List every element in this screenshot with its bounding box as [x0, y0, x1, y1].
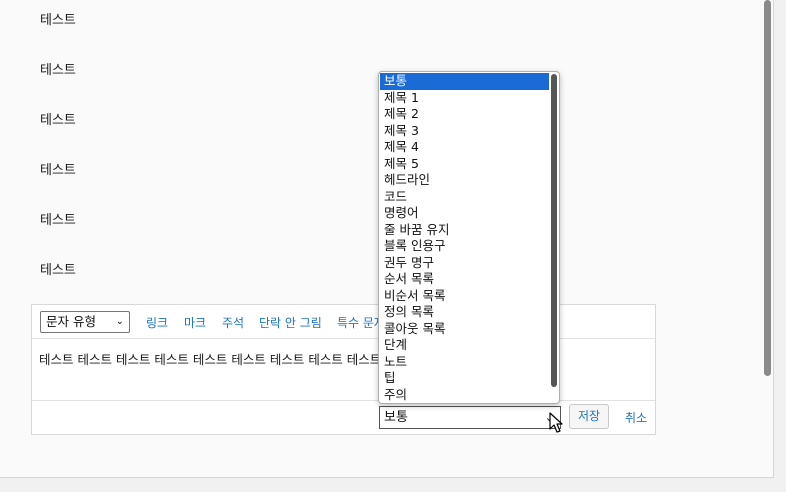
dropdown-option[interactable]: 팁 [380, 370, 549, 387]
editor-toolbar: 문자 유형 ⌄ 링크 마크 주석 단락 안 그림 특수 문자 [32, 305, 655, 339]
toolbar-note-button[interactable]: 주석 [222, 314, 244, 331]
paragraph: 테스트 [40, 63, 76, 78]
dropdown-option[interactable]: 노트 [380, 354, 549, 371]
dropdown-option[interactable]: 블록 인용구 [380, 238, 549, 255]
paragraph: 테스트 [40, 113, 76, 128]
page-content: 테스트 테스트 테스트 테스트 테스트 테스트 문자 유형 ⌄ 링크 마크 주석… [0, 0, 774, 478]
block-type-select[interactable]: 문자 유형 ⌄ [40, 311, 130, 333]
dropdown-option[interactable]: 정의 목록 [380, 304, 549, 321]
editor-footer-divider [32, 400, 655, 401]
save-button[interactable]: 저장 [569, 404, 609, 429]
paragraph: 테스트 [40, 13, 76, 28]
dropdown-option[interactable]: 코드 [380, 189, 549, 206]
dropdown-option[interactable]: 제목 5 [380, 156, 549, 173]
paragraph-style-select-value: 보통 [384, 410, 408, 425]
dropdown-scrollbar-thumb[interactable] [551, 74, 557, 387]
dropdown-option[interactable]: 줄 바꿈 유지 [380, 222, 549, 239]
dropdown-option[interactable]: 순서 목록 [380, 271, 549, 288]
chevron-down-icon: ⌄ [115, 316, 124, 327]
dropdown-option[interactable]: 비순서 목록 [380, 288, 549, 305]
paragraph: 테스트 [40, 163, 76, 178]
mouse-cursor-icon [549, 412, 563, 433]
page-scrollbar-thumb[interactable] [764, 0, 771, 376]
dropdown-option[interactable]: 단계 [380, 337, 549, 354]
block-type-select-label: 문자 유형 [46, 314, 96, 329]
toolbar-inline-figure-button[interactable]: 단락 안 그림 [259, 314, 322, 331]
paragraph: 테스트 [40, 213, 76, 228]
paragraph-style-select[interactable]: 보통 ⌄ [379, 406, 561, 429]
dropdown-option[interactable]: 권두 명구 [380, 255, 549, 272]
dropdown-option[interactable]: 제목 3 [380, 123, 549, 140]
dropdown-option[interactable]: 제목 2 [380, 106, 549, 123]
dropdown-option[interactable]: 주의 [380, 387, 549, 404]
editor-text-area[interactable]: 테스트 테스트 테스트 테스트 테스트 테스트 테스트 테스트 테스트 테스트 [39, 349, 384, 368]
cancel-button[interactable]: 취소 [625, 409, 647, 426]
dropdown-option[interactable]: 명령어 [380, 205, 549, 222]
dropdown-option[interactable]: 제목 1 [380, 90, 549, 107]
dropdown-option[interactable]: 헤드라인 [380, 172, 549, 189]
dropdown-option[interactable]: 콜아웃 목록 [380, 321, 549, 338]
dropdown-option[interactable]: 보통 [380, 73, 549, 90]
toolbar-link-button[interactable]: 링크 [146, 314, 168, 331]
paragraph-style-dropdown-list[interactable]: 보통 제목 1 제목 2 제목 3 제목 4 제목 5 헤드라인 코드 명령어 … [378, 71, 560, 404]
toolbar-mark-button[interactable]: 마크 [184, 314, 206, 331]
dropdown-option[interactable]: 제목 4 [380, 139, 549, 156]
paragraph: 테스트 [40, 263, 76, 278]
